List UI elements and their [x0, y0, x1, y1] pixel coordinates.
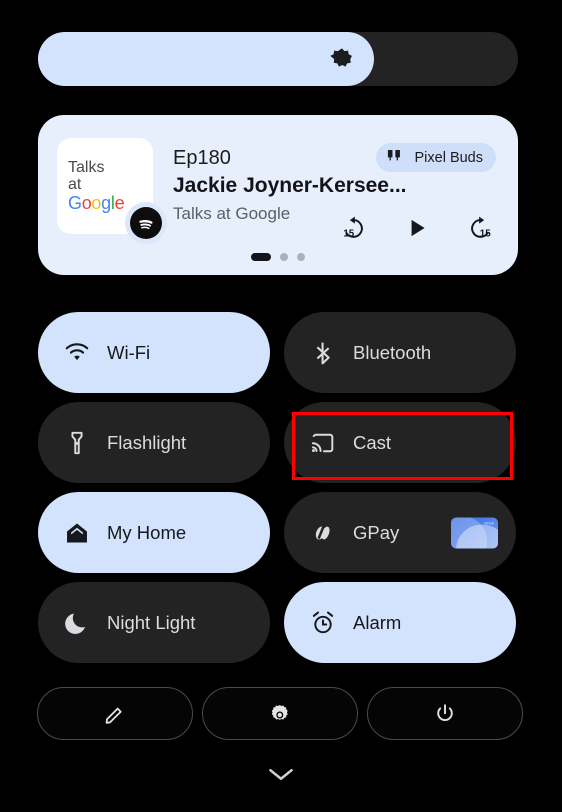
forward-15-button[interactable]: 15 [466, 213, 496, 243]
svg-text:15: 15 [480, 229, 491, 240]
tile-gpay[interactable]: GPay VISA [284, 492, 516, 573]
pencil-icon [105, 707, 122, 724]
album-art-line2: at [68, 175, 82, 193]
tile-bluetooth[interactable]: Bluetooth [284, 312, 516, 393]
tile-flashlight[interactable]: Flashlight [38, 402, 270, 483]
brightness-icon [328, 45, 356, 73]
quick-settings-tiles: Wi-Fi Bluetooth Flashlight Cast My Home GPay V… [38, 312, 520, 672]
brightness-slider[interactable] [38, 32, 518, 86]
quick-settings-panel: Talks at Google Ep180 Jackie Joyner-Kers… [0, 0, 562, 812]
tile-bluetooth-label: Bluetooth [353, 341, 432, 363]
svg-text:15: 15 [343, 229, 354, 240]
tile-wifi-label: Wi-Fi [107, 341, 151, 363]
settings-button[interactable] [202, 687, 358, 740]
bluetooth-icon [310, 340, 336, 366]
tile-cast[interactable]: Cast [284, 402, 516, 483]
earbuds-icon [387, 149, 407, 167]
spotify-icon [125, 202, 167, 244]
power-icon [437, 703, 453, 721]
page-dot[interactable] [297, 253, 305, 261]
home-icon [64, 520, 90, 546]
tile-row: Night Light Alarm [38, 582, 520, 663]
output-device-label: Pixel Buds [414, 149, 483, 166]
chevron-down-icon [269, 769, 293, 780]
tile-row: My Home GPay VISA [38, 492, 520, 573]
tile-row: Wi-Fi Bluetooth [38, 312, 520, 393]
album-art-wrapper: Talks at Google [57, 138, 167, 244]
tile-cast-label: Cast [353, 431, 392, 453]
media-controls: 15 15 [338, 213, 496, 243]
page-indicator [38, 253, 518, 261]
page-dot[interactable] [280, 253, 288, 261]
tile-my-home-label: My Home [107, 521, 187, 543]
rewind-15-button[interactable]: 15 [338, 213, 368, 243]
page-dot[interactable] [251, 253, 271, 261]
media-episode: Ep180 [173, 147, 231, 169]
tile-alarm-label: Alarm [353, 611, 402, 633]
media-player-card[interactable]: Talks at Google Ep180 Jackie Joyner-Kers… [38, 115, 518, 275]
gear-icon [271, 704, 288, 720]
brightness-fill [38, 32, 374, 86]
tile-wifi[interactable]: Wi-Fi [38, 312, 270, 393]
tile-night-light[interactable]: Night Light [38, 582, 270, 663]
tile-alarm[interactable]: Alarm [284, 582, 516, 663]
cast-icon [310, 430, 336, 456]
tile-row: Flashlight Cast [38, 402, 520, 483]
collapse-chevron[interactable] [0, 765, 562, 784]
output-device-chip[interactable]: Pixel Buds [376, 143, 496, 172]
wifi-icon [64, 340, 90, 366]
media-title: Jackie Joyner-Kersee... [173, 174, 407, 197]
gpay-icon [310, 520, 336, 546]
power-button[interactable] [367, 687, 523, 740]
gpay-card-thumbnail: VISA [451, 517, 498, 548]
tile-flashlight-label: Flashlight [107, 431, 187, 453]
footer-actions [37, 687, 525, 740]
album-art-line1: Talks [68, 158, 105, 176]
gpay-card-text: VISA [484, 520, 494, 525]
flashlight-icon [64, 430, 90, 456]
tile-my-home[interactable]: My Home [38, 492, 270, 573]
edit-button[interactable] [37, 687, 193, 740]
tile-gpay-label: GPay [353, 521, 400, 543]
moon-icon [64, 610, 90, 636]
tile-night-light-label: Night Light [107, 611, 196, 633]
play-button[interactable] [402, 213, 432, 243]
alarm-icon [310, 610, 336, 636]
